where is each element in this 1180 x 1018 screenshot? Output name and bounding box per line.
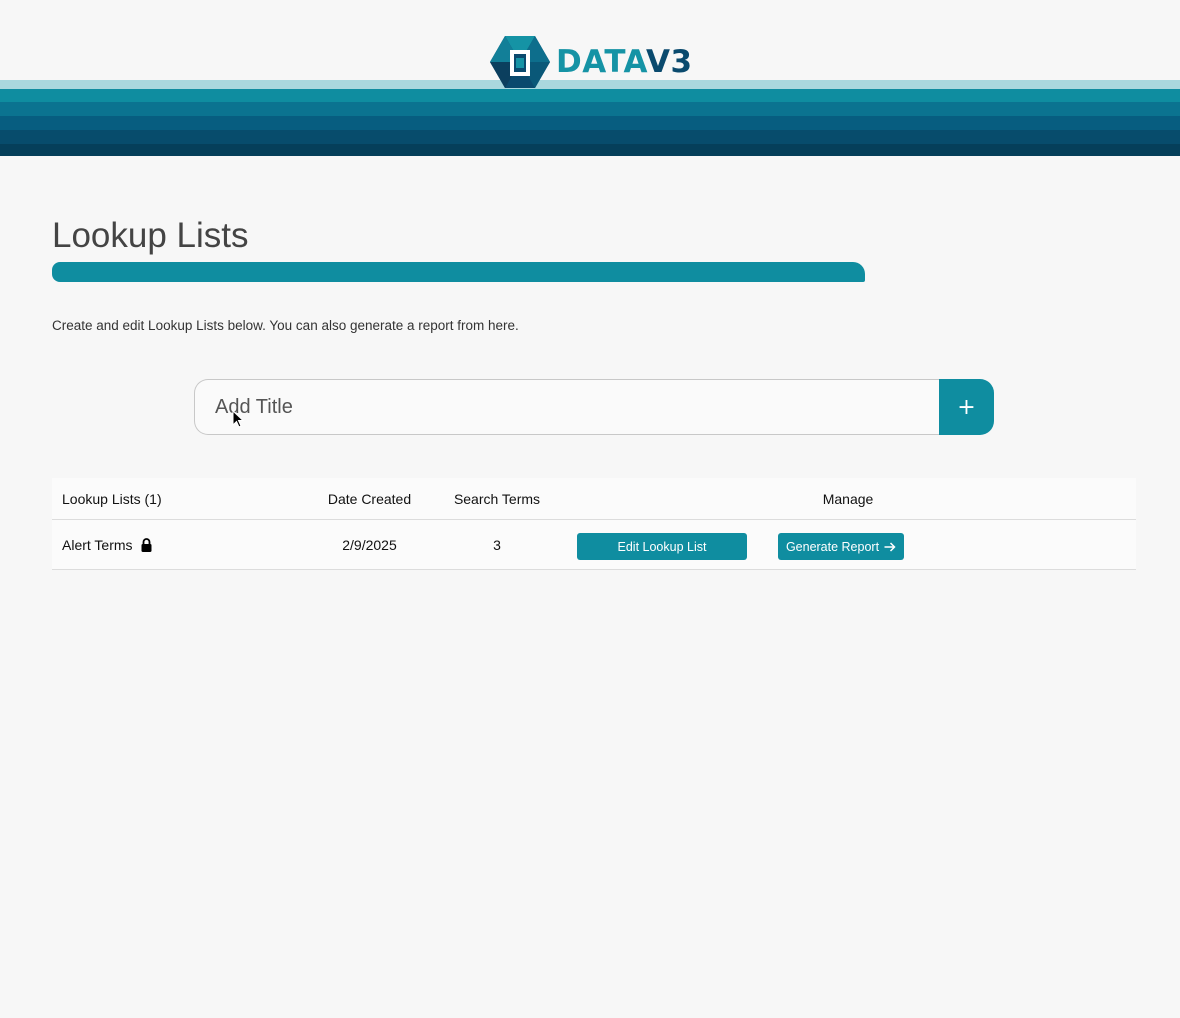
table-row: Alert Terms 2/9/2025 3 Edit Lookup List … — [52, 520, 1136, 570]
date-created-cell: 2/9/2025 — [342, 536, 397, 553]
list-name: Alert Terms — [62, 536, 133, 553]
header-stripe — [0, 102, 1180, 116]
logo-text: DATAV3 — [556, 36, 693, 88]
header-stripe — [0, 130, 1180, 144]
header-stripe — [0, 89, 1180, 102]
title-underline-bar — [52, 262, 865, 282]
generate-report-label: Generate Report — [785, 539, 880, 554]
header-stripe — [0, 144, 1180, 156]
header-search-terms: Search Terms — [453, 490, 541, 507]
header-lookup-lists: Lookup Lists (1) — [62, 490, 162, 507]
header-banner: DATAV3 — [0, 0, 1180, 156]
header-date-created: Date Created — [327, 490, 412, 507]
header-stripe — [0, 116, 1180, 130]
row-name-cell: Alert Terms — [62, 520, 312, 569]
header-manage: Manage — [822, 490, 874, 507]
arrow-right-icon — [884, 541, 896, 552]
page: DATAV3 Lookup Lists Create and edit Look… — [0, 0, 1180, 1018]
lock-icon — [141, 537, 152, 552]
add-title-input[interactable] — [194, 379, 939, 435]
logo-text-primary: DATA — [556, 44, 646, 80]
logo-text-secondary: V3 — [645, 44, 693, 80]
add-list-form: + — [194, 379, 994, 435]
edit-lookup-list-button[interactable]: Edit Lookup List — [577, 533, 747, 560]
add-list-button[interactable]: + — [939, 379, 994, 435]
logo-hexagon-icon — [490, 36, 550, 88]
page-description: Create and edit Lookup Lists below. You … — [52, 318, 519, 333]
logo[interactable]: DATAV3 — [490, 36, 693, 88]
mouse-pointer-icon — [232, 409, 245, 428]
lookup-lists-table: Lookup Lists (1) Date Created Search Ter… — [52, 478, 1136, 570]
generate-report-button[interactable]: Generate Report — [778, 533, 904, 560]
table-header: Lookup Lists (1) Date Created Search Ter… — [52, 478, 1136, 520]
search-terms-cell: 3 — [493, 536, 501, 553]
page-title: Lookup Lists — [52, 216, 249, 255]
